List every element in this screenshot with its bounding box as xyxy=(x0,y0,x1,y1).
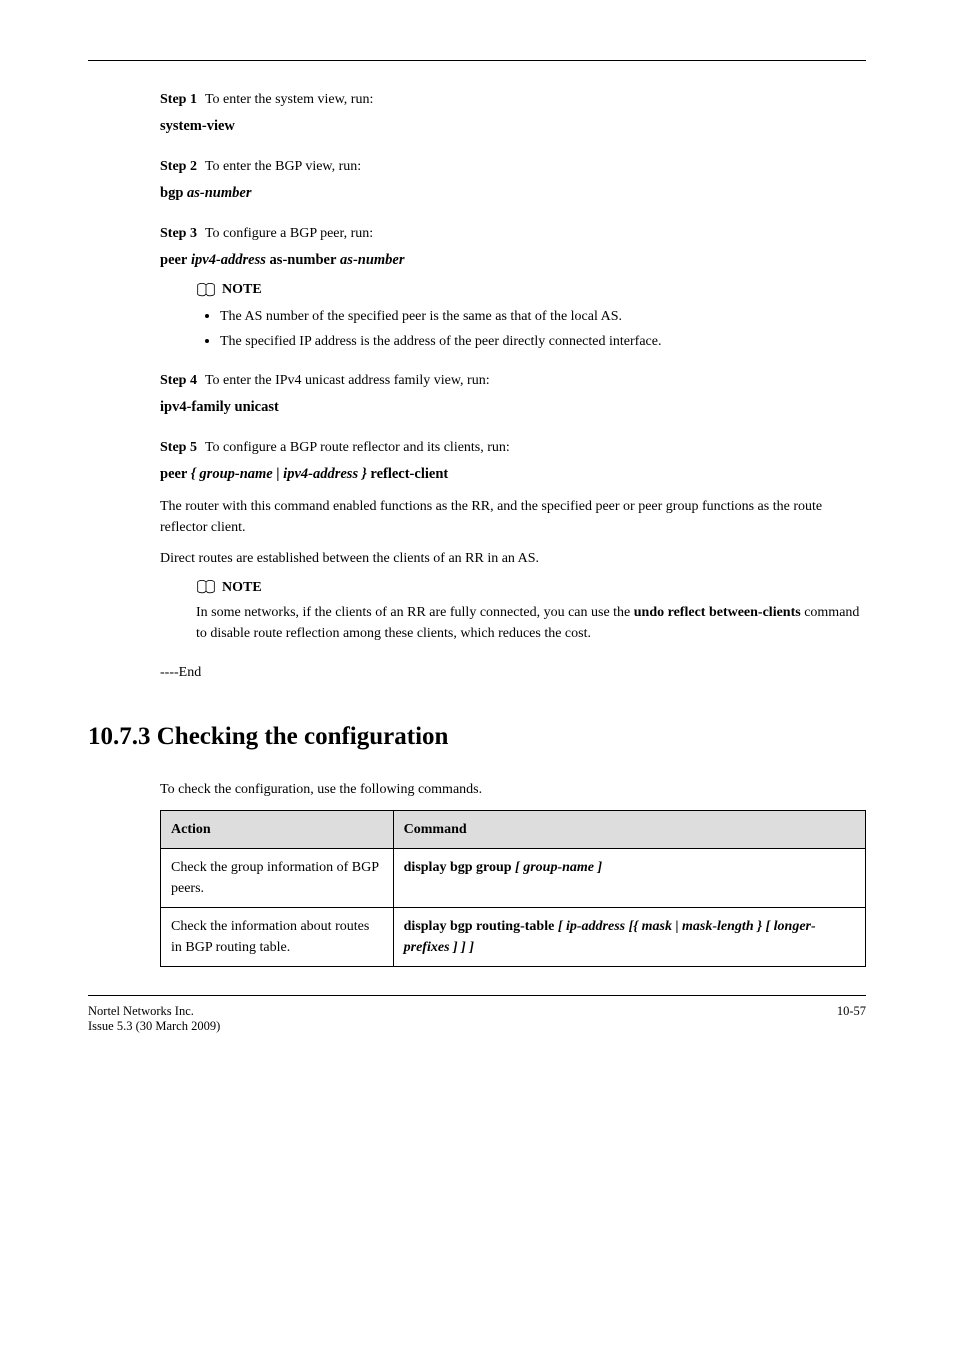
step-2-cmd-kw: bgp xyxy=(160,185,183,201)
main-content: Step 1 To enter the system view, run: sy… xyxy=(160,89,866,683)
section-content: To check the configuration, use the foll… xyxy=(160,779,866,967)
step-4: Step 4 To enter the IPv4 unicast address… xyxy=(160,370,866,419)
step-2-cmd-arg: as-number xyxy=(183,185,251,201)
step-3-note-header: NOTE xyxy=(196,279,866,300)
table-row: Check the group information of BGP peers… xyxy=(161,848,866,907)
page-footer: Nortel Networks Inc. Issue 5.3 (30 March… xyxy=(88,1004,866,1034)
step-3-note-label: NOTE xyxy=(222,279,262,300)
footer-company: Nortel Networks Inc. xyxy=(88,1004,220,1019)
step-1-desc: To enter the system view, run: xyxy=(205,89,866,110)
step-5-note-body: In some networks, if the clients of an R… xyxy=(196,602,866,644)
step-2: Step 2 To enter the BGP view, run: bgp a… xyxy=(160,156,866,205)
step-5-note-text-1: In some networks, if the clients of an R… xyxy=(196,605,634,620)
step-3-note-bullet-2: The specified IP address is the address … xyxy=(220,329,866,352)
step-3-cmd-kw2: as-number xyxy=(266,252,337,268)
table-header-command: Command xyxy=(393,810,865,848)
step-5-note: NOTE In some networks, if the clients of… xyxy=(196,577,866,644)
section-intro: To check the configuration, use the foll… xyxy=(160,779,866,800)
step-3-label: Step 3 xyxy=(160,223,197,244)
step-5-label: Step 5 xyxy=(160,437,197,458)
footer-rule xyxy=(88,995,866,996)
step-5-cmd-arg-group: { group-name | ipv4-address } xyxy=(191,466,367,482)
table-row: Check the information about routes in BG… xyxy=(161,907,866,966)
step-3-cmd-kw1: peer xyxy=(160,252,187,268)
step-4-label: Step 4 xyxy=(160,370,197,391)
step-3-note-bullet-1: The AS number of the specified peer is t… xyxy=(220,304,866,327)
step-5-note-cmd: undo reflect between-clients xyxy=(634,605,801,620)
step-5-para-2: Direct routes are established between th… xyxy=(160,548,866,569)
step-2-command: bgp as-number xyxy=(160,183,866,205)
step-1: Step 1 To enter the system view, run: sy… xyxy=(160,89,866,138)
section-heading: 10.7.3 Checking the configuration xyxy=(88,723,866,751)
step-5-cmd-kw2: reflect-client xyxy=(367,466,448,482)
step-3-note-bullets: The AS number of the specified peer is t… xyxy=(220,304,866,352)
step-3-cmd-arg1: ipv4-address xyxy=(187,252,266,268)
footer-left: Nortel Networks Inc. Issue 5.3 (30 March… xyxy=(88,1004,220,1034)
step-5-desc: To configure a BGP route reflector and i… xyxy=(205,437,866,458)
step-1-label: Step 1 xyxy=(160,89,197,110)
table-cell-action-2: Check the information about routes in BG… xyxy=(161,907,394,966)
footer-right: 10-57 xyxy=(837,1004,866,1034)
book-icon xyxy=(196,283,216,297)
step-1-command: system-view xyxy=(160,116,866,138)
step-3: Step 3 To configure a BGP peer, run: pee… xyxy=(160,223,866,353)
table-header-action: Action xyxy=(161,810,394,848)
row1-cmd-opt: [ group-name ] xyxy=(512,860,603,875)
step-4-desc: To enter the IPv4 unicast address family… xyxy=(205,370,866,391)
row2-cmd: display bgp routing-table xyxy=(404,919,555,934)
step-2-label: Step 2 xyxy=(160,156,197,177)
step-4-command: ipv4-family unicast xyxy=(160,397,866,419)
step-5: Step 5 To configure a BGP route reflecto… xyxy=(160,437,866,644)
step-3-note: NOTE The AS number of the specified peer… xyxy=(196,279,866,352)
row1-cmd: display bgp group xyxy=(404,860,512,875)
end-marker: ----End xyxy=(160,662,866,683)
step-3-cmd-arg2: as-number xyxy=(336,252,404,268)
header-rule xyxy=(88,60,866,61)
step-3-command: peer ipv4-address as-number as-number xyxy=(160,250,866,272)
step-5-note-header: NOTE xyxy=(196,577,866,598)
footer-issue: Issue 5.3 (30 March 2009) xyxy=(88,1019,220,1034)
table-cell-command-1: display bgp group [ group-name ] xyxy=(393,848,865,907)
config-table: Action Command Check the group informati… xyxy=(160,810,866,967)
table-cell-command-2: display bgp routing-table [ ip-address [… xyxy=(393,907,865,966)
step-5-para-1: The router with this command enabled fun… xyxy=(160,496,866,538)
step-5-cmd-kw1: peer xyxy=(160,466,191,482)
step-5-command: peer { group-name | ipv4-address } refle… xyxy=(160,464,866,486)
table-cell-action-1: Check the group information of BGP peers… xyxy=(161,848,394,907)
step-2-desc: To enter the BGP view, run: xyxy=(205,156,866,177)
step-5-note-label: NOTE xyxy=(222,577,262,598)
book-icon xyxy=(196,580,216,594)
step-3-desc: To configure a BGP peer, run: xyxy=(205,223,866,244)
